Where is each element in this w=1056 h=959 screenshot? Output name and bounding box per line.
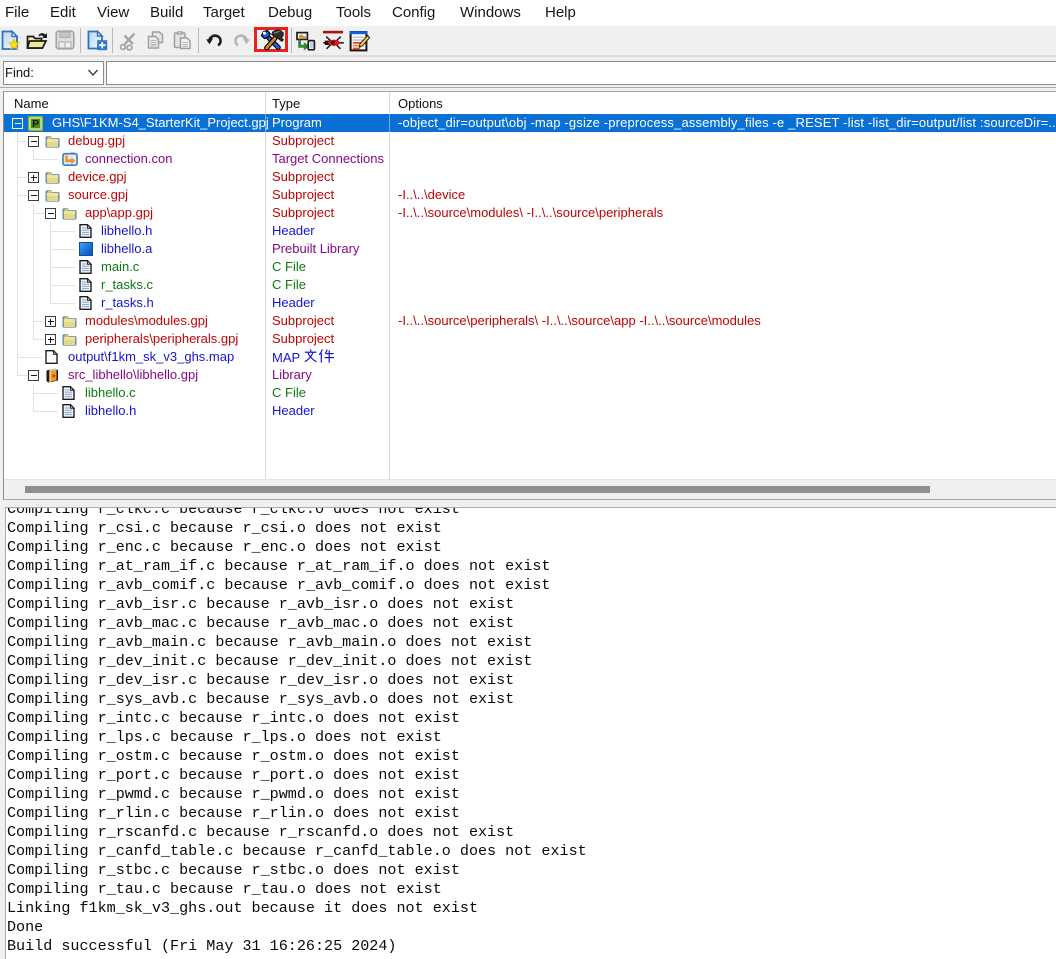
svg-text:P: P [32, 118, 39, 130]
